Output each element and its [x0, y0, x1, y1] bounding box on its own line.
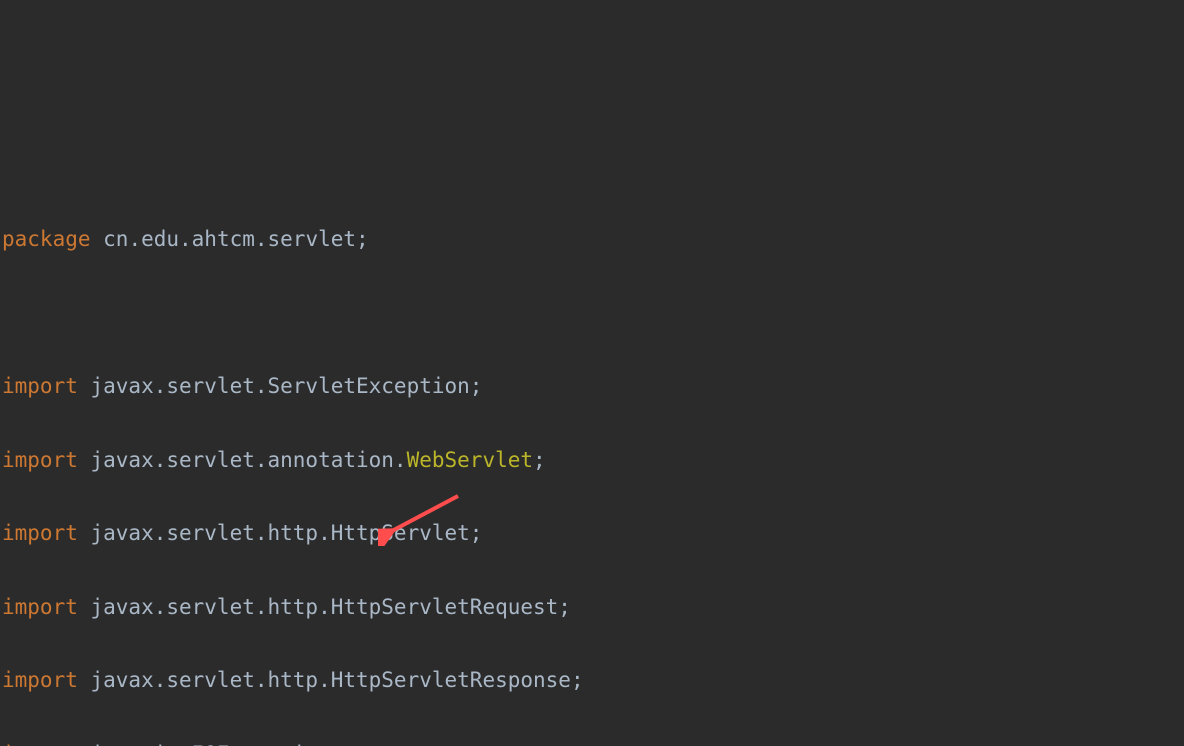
import-path: java.io.IOException;: [78, 742, 344, 746]
keyword-import: import: [2, 448, 78, 472]
keyword-import: import: [2, 742, 78, 746]
annotation-class: WebServlet: [407, 448, 533, 472]
import-path: javax.servlet.annotation.: [78, 448, 407, 472]
code-editor[interactable]: package cn.edu.ahtcm.servlet; import jav…: [0, 184, 1184, 746]
code-line: import javax.servlet.http.HttpServletReq…: [0, 589, 1184, 626]
import-path: javax.servlet.http.HttpServlet;: [78, 521, 483, 545]
code-line-blank: [0, 294, 1184, 331]
import-path: javax.servlet.http.HttpServletRequest;: [78, 595, 571, 619]
keyword-import: import: [2, 374, 78, 398]
import-path: javax.servlet.http.HttpServletResponse;: [78, 668, 584, 692]
code-line: import javax.servlet.http.HttpServlet;: [0, 515, 1184, 552]
code-line: import javax.servlet.ServletException;: [0, 368, 1184, 405]
keyword-import: import: [2, 521, 78, 545]
code-line: import java.io.IOException;: [0, 736, 1184, 746]
code-line: import javax.servlet.http.HttpServletRes…: [0, 662, 1184, 699]
semicolon: ;: [533, 448, 546, 472]
code-line: package cn.edu.ahtcm.servlet;: [0, 221, 1184, 258]
keyword-import: import: [2, 595, 78, 619]
keyword-import: import: [2, 668, 78, 692]
import-path: javax.servlet.ServletException;: [78, 374, 483, 398]
keyword-package: package: [2, 227, 91, 251]
code-line: import javax.servlet.annotation.WebServl…: [0, 442, 1184, 479]
package-name: cn.edu.ahtcm.servlet;: [91, 227, 369, 251]
